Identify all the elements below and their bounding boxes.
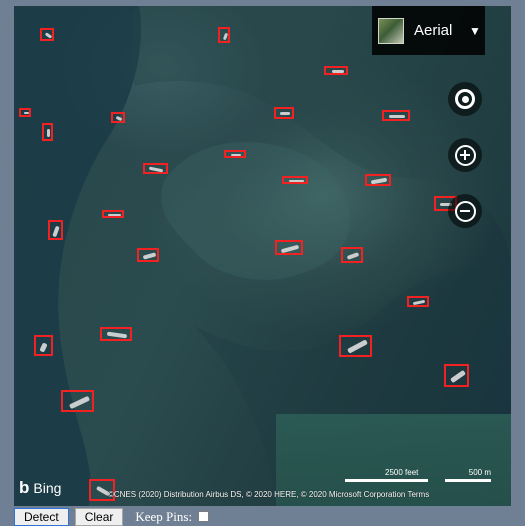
ship: [24, 112, 29, 114]
ship-detection-box[interactable]: [111, 112, 125, 123]
ship: [52, 225, 60, 238]
keep-pins-label: Keep Pins:: [135, 508, 193, 524]
ship-detection-box[interactable]: [40, 28, 54, 41]
ship: [106, 331, 128, 339]
ship-detection-box[interactable]: [42, 123, 53, 141]
ship: [47, 129, 50, 137]
ship: [148, 166, 164, 173]
detect-button[interactable]: Detect: [14, 507, 69, 526]
bing-logo[interactable]: b Bing: [19, 479, 61, 496]
bing-icon: b: [19, 478, 30, 497]
zoom-in-button[interactable]: [448, 138, 482, 172]
aerial-map-thumbnail: [378, 17, 404, 44]
ship: [68, 395, 91, 410]
map-scale: 2500 feet 500 m: [345, 468, 491, 484]
ship: [108, 214, 121, 216]
ship-detection-box[interactable]: [100, 327, 132, 341]
map-view[interactable]: Aerial ▼ b Bing 2500 feet 500 m ©CNES (2…: [14, 6, 511, 506]
ship: [39, 342, 48, 353]
ship-detection-box[interactable]: [365, 174, 391, 186]
bing-logo-text: Bing: [33, 479, 62, 496]
ship: [142, 252, 157, 260]
target-icon: [455, 89, 475, 109]
ship: [44, 32, 53, 39]
map-copyright[interactable]: ©CNES (2020) Distribution Airbus DS, © 2…: [108, 490, 429, 499]
ship-detection-box[interactable]: [218, 27, 230, 43]
chevron-down-icon: ▼: [469, 23, 481, 38]
ship-detection-box[interactable]: [407, 296, 429, 307]
ship: [389, 115, 405, 118]
map-type-label: Aerial: [414, 22, 453, 39]
ship-detection-box[interactable]: [341, 247, 363, 263]
keep-pins-checkbox[interactable]: [198, 511, 210, 522]
ship: [222, 32, 229, 41]
scale-bar-meters: [445, 479, 491, 482]
plus-icon: [454, 144, 476, 166]
ship: [280, 244, 300, 254]
map-type-selector[interactable]: Aerial ▼: [372, 6, 485, 55]
scale-label-feet: 2500 feet: [385, 468, 419, 477]
zoom-out-button[interactable]: [448, 194, 482, 228]
ship: [289, 180, 304, 182]
clear-button[interactable]: Clear: [74, 507, 124, 526]
ship-detection-box[interactable]: [19, 108, 31, 117]
ship: [346, 252, 360, 260]
locate-me-button[interactable]: [448, 82, 482, 116]
ship: [231, 154, 241, 156]
ship-detection-box[interactable]: [382, 110, 410, 121]
app-window: Aerial ▼ b Bing 2500 feet 500 m ©CNES (2…: [0, 0, 525, 526]
ship-detection-box[interactable]: [444, 364, 469, 387]
ship-detection-box[interactable]: [224, 150, 246, 158]
ship-detection-box[interactable]: [143, 163, 168, 174]
ship: [115, 115, 123, 122]
ship: [412, 299, 426, 306]
ship-detection-box[interactable]: [275, 240, 303, 255]
keep-pins-control[interactable]: Keep Pins:: [135, 508, 210, 525]
ship: [347, 339, 368, 354]
ship: [370, 177, 388, 185]
ship-detection-box[interactable]: [34, 335, 53, 356]
ship-detection-box[interactable]: [324, 66, 348, 75]
ship: [332, 70, 344, 73]
scale-label-meters: 500 m: [468, 468, 491, 477]
ship: [450, 369, 466, 384]
ship-detection-box[interactable]: [48, 220, 63, 240]
minus-icon: [454, 200, 476, 222]
ship-detection-box[interactable]: [274, 107, 294, 119]
ship-detection-box[interactable]: [102, 210, 124, 218]
scale-bar-feet: [345, 479, 428, 482]
ship: [280, 112, 290, 115]
ship-detection-box[interactable]: [137, 248, 159, 262]
ship-detection-box[interactable]: [282, 176, 308, 184]
bottom-toolbar: Detect Clear Keep Pins:: [14, 507, 210, 526]
ship-detection-box[interactable]: [61, 390, 94, 412]
ship-detection-box[interactable]: [339, 335, 372, 357]
